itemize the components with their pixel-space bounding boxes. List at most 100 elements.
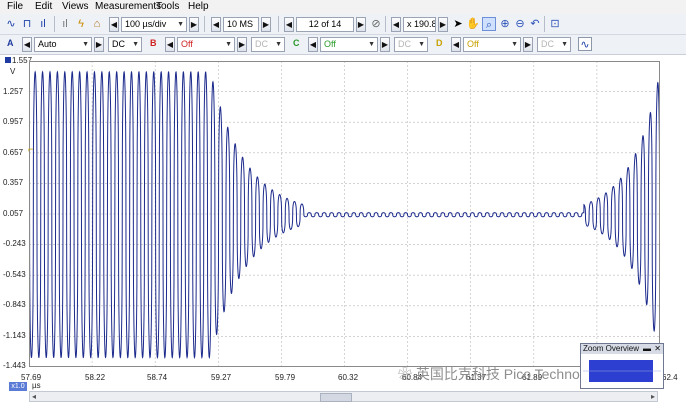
zoom-region-icon[interactable]: ⌕ — [482, 17, 496, 31]
undo-zoom-icon[interactable]: ↶ — [528, 17, 542, 31]
samples-right-arrow[interactable]: ▶ — [261, 17, 271, 32]
channel-b-range-select[interactable]: Off ▼ — [177, 37, 235, 52]
zoom-out-icon[interactable]: ⊖ — [513, 17, 527, 31]
close-icon[interactable]: ✕ — [654, 344, 661, 354]
channel-c-coupling-value: DC — [398, 39, 411, 49]
chevron-down-icon: ▼ — [511, 41, 518, 48]
zoom-overview-header: Zoom Overview ▬ ✕ — [581, 344, 663, 354]
zoom-overview-panel[interactable]: Zoom Overview ▬ ✕ — [580, 343, 664, 389]
channel-b-label[interactable]: B — [150, 38, 157, 48]
channel-c-range-left[interactable]: ◀ — [308, 37, 318, 52]
channel-a-label[interactable]: A — [7, 38, 14, 48]
menu-file[interactable]: File — [7, 1, 23, 12]
main-toolbar: ∿ ⊓ ıl ıl ϟ ⌂ ◀ 100 µs/div ▼ ▶ ◀ 10 MS ▶ … — [0, 14, 686, 35]
menu-bar: File Edit Views Measurements Tools Help — [0, 0, 686, 14]
zoom-to-fit-icon[interactable]: ⊡ — [548, 17, 562, 31]
y-tick-label: -0.243 — [3, 239, 26, 248]
channel-b-range-left[interactable]: ◀ — [165, 37, 175, 52]
axis-marker-icon — [5, 57, 11, 63]
zoom-right-arrow[interactable]: ▶ — [438, 17, 448, 32]
menu-views[interactable]: Views — [62, 1, 89, 12]
signal-generator-icon[interactable]: ϟ — [74, 17, 88, 31]
channel-b-coupling-value: DC — [255, 39, 268, 49]
separator — [385, 16, 386, 32]
scope-mode-icon[interactable]: ∿ — [4, 17, 18, 31]
zoom-overview-thumbnail[interactable] — [581, 354, 663, 388]
scroll-right-icon[interactable]: ▸ — [651, 392, 655, 401]
horizontal-scrollbar[interactable]: ◂ ▸ — [29, 391, 658, 402]
timebase-select[interactable]: 100 µs/div ▼ — [121, 17, 187, 32]
menu-help[interactable]: Help — [188, 1, 209, 12]
channel-b-range-right[interactable]: ▶ — [237, 37, 247, 52]
trigger-marker-icon[interactable]: ⌐ — [28, 144, 33, 154]
channel-a-coupling-select[interactable]: DC ▼ — [108, 37, 142, 52]
timebase-right-arrow[interactable]: ▶ — [189, 17, 199, 32]
channel-a-range-right[interactable]: ▶ — [94, 37, 104, 52]
channel-c-range-right[interactable]: ▶ — [380, 37, 390, 52]
channel-toolbar: A ◀ Auto ▼ ▶ DC ▼ B ◀ Off ▼ ▶ DC ▼ C ◀ Off ▼ … — [0, 35, 686, 55]
y-tick-label: 0.357 — [3, 178, 24, 187]
math-channel-icon[interactable]: ∿ — [578, 37, 592, 51]
samples-value: 10 MS — [227, 19, 254, 29]
channel-a-range-select[interactable]: Auto ▼ — [34, 37, 92, 52]
chevron-down-icon: ▼ — [132, 41, 139, 48]
x-tick-label: 59.79 — [275, 373, 296, 382]
channel-d-range-left[interactable]: ◀ — [451, 37, 461, 52]
menu-tools[interactable]: Tools — [156, 1, 179, 12]
x-scale-badge[interactable]: x1.0 — [9, 382, 27, 391]
x-tick-label: 62.4 — [662, 373, 678, 382]
pointer-icon[interactable]: ➤ — [451, 17, 465, 31]
buffer-counter[interactable]: 12 of 14 — [296, 17, 354, 32]
samples-select[interactable]: 10 MS — [223, 17, 259, 32]
minimize-icon[interactable]: ▬ — [643, 344, 651, 354]
buffer-left-arrow[interactable]: ◀ — [284, 17, 294, 32]
chevron-down-icon: ▼ — [368, 41, 375, 48]
scroll-left-icon[interactable]: ◂ — [32, 392, 36, 401]
zoom-overview-title: Zoom Overview — [583, 344, 640, 353]
samples-left-arrow[interactable]: ◀ — [211, 17, 221, 32]
channel-c-coupling-select[interactable]: DC ▼ — [394, 37, 428, 52]
separator — [544, 16, 545, 32]
x-tick-label: 58.74 — [147, 373, 168, 382]
channel-d-coupling-select[interactable]: DC ▼ — [537, 37, 571, 52]
scroll-thumb[interactable] — [320, 393, 352, 402]
y-tick-label: 0.657 — [3, 148, 24, 157]
channel-c-range-value: Off — [324, 39, 336, 49]
separator — [204, 16, 205, 32]
channel-d-label[interactable]: D — [436, 38, 443, 48]
home-icon[interactable]: ⌂ — [90, 17, 104, 31]
watermark: ❀ 英国比克科技 Pico Technology — [398, 364, 605, 384]
channel-c-label[interactable]: C — [293, 38, 300, 48]
watermark-text: 英国比克科技 Pico Technology — [415, 366, 606, 382]
x-tick-label: 58.22 — [85, 373, 106, 382]
channel-d-range-select[interactable]: Off ▼ — [463, 37, 521, 52]
zoom-left-arrow[interactable]: ◀ — [391, 17, 401, 32]
persistence-mode-icon[interactable]: ⊓ — [20, 17, 34, 31]
zoom-in-icon[interactable]: ⊕ — [498, 17, 512, 31]
channel-b-range-value: Off — [181, 39, 193, 49]
channel-b-coupling-select[interactable]: DC ▼ — [251, 37, 285, 52]
plot-border — [29, 61, 660, 367]
channel-d-range-right[interactable]: ▶ — [523, 37, 533, 52]
chevron-down-icon: ▼ — [418, 41, 425, 48]
buffer-right-arrow[interactable]: ▶ — [356, 17, 366, 32]
channel-a-range-left[interactable]: ◀ — [22, 37, 32, 52]
spectrum-icon[interactable]: ıl — [58, 17, 72, 31]
separator — [278, 16, 279, 32]
y-tick-label: -1.443 — [3, 361, 26, 370]
channel-d-coupling-value: DC — [541, 39, 554, 49]
zoom-factor[interactable]: x 190.8 — [403, 17, 436, 32]
buffer-value: 12 of 14 — [308, 19, 342, 29]
menu-measurements[interactable]: Measurements — [95, 1, 161, 12]
wechat-icon: ❀ — [398, 366, 416, 382]
x-tick-label: 60.32 — [338, 373, 359, 382]
menu-edit[interactable]: Edit — [35, 1, 52, 12]
channel-c-range-select[interactable]: Off ▼ — [320, 37, 378, 52]
x-tick-label: 59.27 — [211, 373, 232, 382]
channel-a-coupling-value: DC — [112, 39, 125, 49]
spectrum-mode-icon[interactable]: ıl — [36, 17, 50, 31]
hand-icon[interactable]: ✋ — [466, 17, 480, 31]
chevron-down-icon: ▼ — [561, 41, 568, 48]
buffer-navigator-icon[interactable]: ⊘ — [369, 17, 383, 31]
timebase-left-arrow[interactable]: ◀ — [109, 17, 119, 32]
